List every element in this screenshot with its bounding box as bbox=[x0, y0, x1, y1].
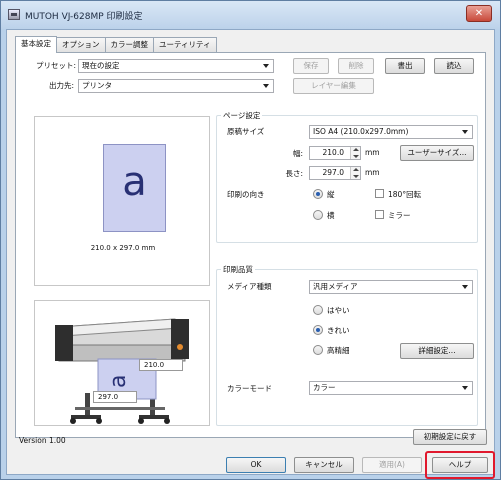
close-button[interactable]: ✕ bbox=[466, 5, 492, 22]
printer-width-value: 210.0 bbox=[139, 359, 183, 371]
spin-arrows-icon[interactable] bbox=[350, 147, 360, 159]
dialog-body: 基本設定 オプション カラー調整 ユーティリティ プリセット: 現在の設定 保存… bbox=[6, 29, 495, 479]
width-value: 210.0 bbox=[322, 148, 344, 157]
portrait-label: 縦 bbox=[327, 190, 335, 199]
preset-select[interactable]: 現在の設定 bbox=[78, 59, 274, 73]
svg-text:a: a bbox=[106, 375, 131, 388]
quality-high-label: 高精細 bbox=[327, 346, 350, 355]
printer-icon bbox=[8, 9, 20, 20]
width-stepper[interactable]: 210.0 bbox=[309, 146, 361, 160]
tab-utility[interactable]: ユーティリティ bbox=[153, 37, 217, 52]
length-stepper[interactable]: 297.0 bbox=[309, 166, 361, 180]
tab-color-adjust[interactable]: カラー調整 bbox=[104, 37, 154, 52]
chevron-down-icon bbox=[263, 84, 269, 88]
layer-edit-button[interactable]: レイヤー編集 bbox=[293, 78, 374, 94]
detail-settings-button[interactable]: 詳細設定... bbox=[400, 343, 474, 359]
spin-arrows-icon[interactable] bbox=[350, 167, 360, 179]
title-bar[interactable]: MUTOH VJ-628MP 印刷設定 ✕ bbox=[1, 1, 500, 29]
paper-size-select[interactable]: ISO A4 (210.0x297.0mm) bbox=[309, 125, 473, 139]
save-preset-button[interactable]: 保存 bbox=[293, 58, 329, 74]
mirror-checkbox[interactable] bbox=[375, 210, 384, 219]
color-mode-select[interactable]: カラー bbox=[309, 381, 473, 395]
preset-label: プリセット: bbox=[36, 61, 77, 70]
output-label: 出力先: bbox=[48, 81, 74, 90]
delete-preset-button[interactable]: 削除 bbox=[338, 58, 374, 74]
landscape-radio[interactable] bbox=[313, 210, 323, 220]
preset-value: 現在の設定 bbox=[82, 61, 120, 70]
page-letter: a bbox=[122, 159, 147, 205]
page-size-text: 210.0 x 297.0 mm bbox=[90, 244, 156, 252]
import-preset-button[interactable]: 読込 bbox=[434, 58, 474, 74]
length-label: 長さ: bbox=[285, 169, 303, 178]
apply-button[interactable]: 適用(A) bbox=[362, 457, 422, 473]
print-quality-title: 印刷品質 bbox=[221, 264, 255, 275]
printer-length-value: 297.0 bbox=[93, 391, 137, 403]
chevron-down-icon bbox=[462, 130, 468, 134]
printer-preview: a 210.0 297.0 bbox=[34, 300, 210, 426]
orientation-label: 印刷の向き bbox=[227, 190, 265, 199]
color-mode-label: カラーモード bbox=[227, 384, 272, 393]
length-unit: mm bbox=[365, 168, 380, 177]
printer-illustration: a bbox=[55, 318, 189, 424]
quality-fine-radio[interactable] bbox=[313, 325, 323, 335]
color-mode-value: カラー bbox=[313, 383, 336, 392]
length-value: 297.0 bbox=[322, 168, 344, 177]
chevron-down-icon bbox=[462, 285, 468, 289]
export-preset-button[interactable]: 書出 bbox=[385, 58, 425, 74]
page-thumbnail: a bbox=[103, 144, 166, 232]
media-type-select[interactable]: 汎用メディア bbox=[309, 280, 473, 294]
cancel-button[interactable]: キャンセル bbox=[294, 457, 354, 473]
rotate180-checkbox[interactable] bbox=[375, 189, 384, 198]
tab-options[interactable]: オプション bbox=[56, 37, 106, 52]
mirror-label: ミラー bbox=[388, 211, 411, 220]
print-settings-dialog: MUTOH VJ-628MP 印刷設定 ✕ 基本設定 オプション カラー調整 ユ… bbox=[0, 0, 501, 480]
user-size-button[interactable]: ユーザーサイズ... bbox=[400, 145, 474, 161]
output-select[interactable]: プリンタ bbox=[78, 79, 274, 93]
page-settings-title: ページ設定 bbox=[221, 110, 263, 121]
quality-fine-label: きれい bbox=[327, 326, 350, 335]
reset-defaults-button[interactable]: 初期設定に戻す bbox=[413, 429, 487, 445]
width-unit: mm bbox=[365, 148, 380, 157]
chevron-down-icon bbox=[462, 386, 468, 390]
quality-fast-radio[interactable] bbox=[313, 305, 323, 315]
basic-settings-panel: プリセット: 現在の設定 保存 削除 書出 読込 出力先: プリンタ レイヤー編… bbox=[15, 52, 486, 438]
ok-button[interactable]: OK bbox=[226, 457, 286, 473]
print-quality-group: 印刷品質 メディア種類 汎用メディア はやい きれい 高精細 詳細設定... カ… bbox=[216, 264, 478, 426]
page-settings-group: ページ設定 原稿サイズ ISO A4 (210.0x297.0mm) 幅: 21… bbox=[216, 110, 478, 243]
paper-size-value: ISO A4 (210.0x297.0mm) bbox=[313, 127, 409, 136]
paper-size-label: 原稿サイズ bbox=[227, 127, 265, 136]
media-type-value: 汎用メディア bbox=[313, 282, 358, 291]
rotate180-label: 180°回転 bbox=[388, 190, 422, 199]
help-button-highlight bbox=[425, 451, 495, 479]
media-type-label: メディア種類 bbox=[227, 282, 272, 291]
output-value: プリンタ bbox=[82, 81, 112, 90]
window-title: MUTOH VJ-628MP 印刷設定 bbox=[25, 12, 143, 22]
version-text: Version 1.00 bbox=[19, 436, 66, 445]
chevron-down-icon bbox=[263, 64, 269, 68]
landscape-label: 横 bbox=[327, 211, 335, 220]
tab-strip: 基本設定 オプション カラー調整 ユーティリティ bbox=[15, 36, 217, 53]
portrait-radio[interactable] bbox=[313, 189, 323, 199]
tab-basic[interactable]: 基本設定 bbox=[15, 36, 57, 53]
quality-high-radio[interactable] bbox=[313, 345, 323, 355]
quality-fast-label: はやい bbox=[327, 306, 350, 315]
width-label: 幅: bbox=[292, 149, 303, 158]
page-preview: a 210.0 x 297.0 mm bbox=[34, 116, 210, 286]
